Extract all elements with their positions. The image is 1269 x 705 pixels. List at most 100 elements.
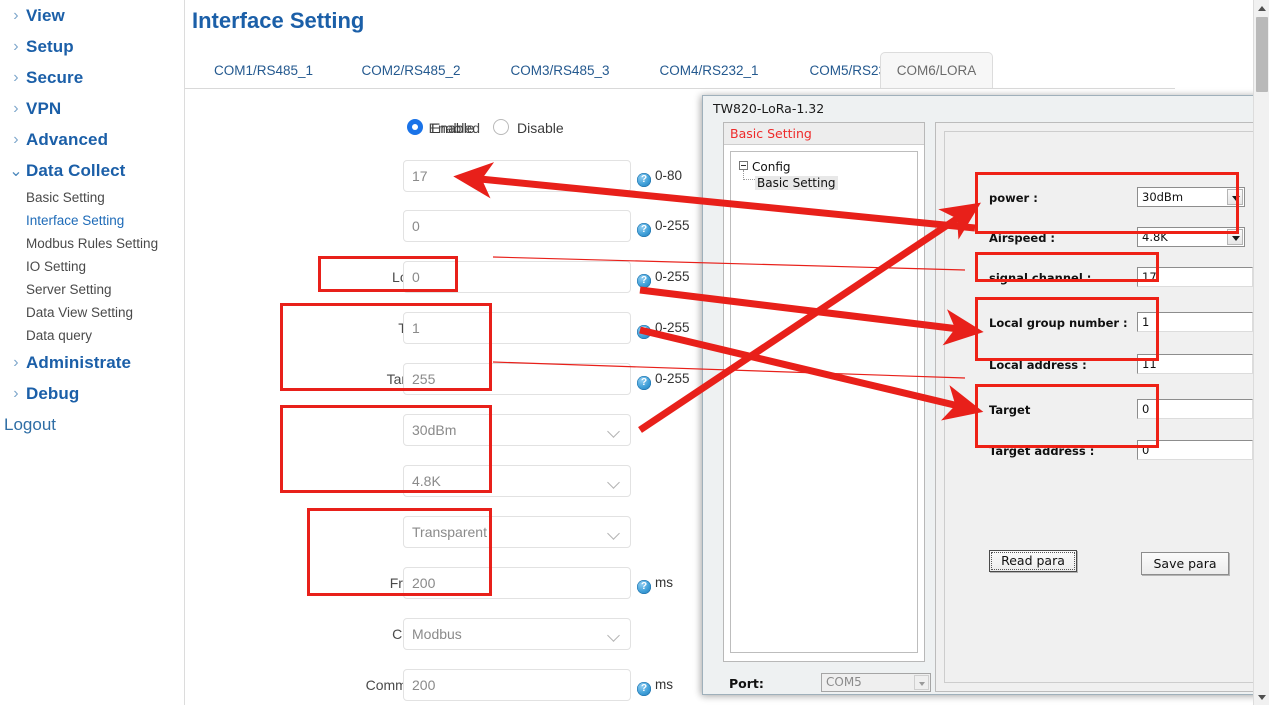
sidebar-item-secure[interactable]: › Secure xyxy=(0,62,185,93)
form-row-target-address: Target Address 255 ?0-255 xyxy=(185,363,705,395)
help-icon[interactable]: ? xyxy=(637,173,651,187)
config-tree[interactable]: Config Basic Setting xyxy=(730,151,918,653)
enabled-row: Enabled Enable Disable xyxy=(185,115,705,141)
screen: › View › Setup › Secure › VPN › Advanced… xyxy=(0,0,1269,705)
help-icon[interactable]: ? xyxy=(637,580,651,594)
port-select[interactable]: COM5 xyxy=(821,673,931,692)
target-group-input[interactable]: 1 xyxy=(403,312,631,344)
form-row-com-protocol: COM Protocol Modbus xyxy=(185,618,705,650)
sidebar-subitem-interface-setting[interactable]: Interface Setting xyxy=(0,209,185,232)
sidebar-item-label: Data Collect xyxy=(26,160,126,180)
scroll-up-icon[interactable] xyxy=(1254,0,1269,16)
sidebar-subitem-basic-setting[interactable]: Basic Setting xyxy=(0,186,185,209)
form-row-air-speed: Air Speed 4.8K xyxy=(185,465,705,497)
sidebar-item-administrate[interactable]: › Administrate xyxy=(0,347,185,378)
form-row-frame-interval: Frame Interval 200 ?ms xyxy=(185,567,705,599)
save-para-button[interactable]: Save para xyxy=(1141,552,1229,575)
help-icon[interactable]: ? xyxy=(637,325,651,339)
power-select[interactable]: 30dBm xyxy=(403,414,631,446)
tree-node-label: Config xyxy=(752,160,791,174)
airspeed-combo[interactable]: 4.8K xyxy=(1137,227,1245,247)
chevron-down-icon[interactable] xyxy=(914,675,929,690)
target-address-input[interactable]: 0 xyxy=(1137,440,1253,460)
sidebar-item-label: Advanced xyxy=(26,129,109,149)
port-label: Port: xyxy=(729,676,764,691)
radio-disable[interactable] xyxy=(493,119,509,135)
form-row-local-group: Local Group 0 ?0-255 xyxy=(185,210,705,242)
airspeed-value: 4.8K xyxy=(1142,230,1168,244)
sidebar-subitem-data-query[interactable]: Data query xyxy=(0,324,185,347)
local-address-input[interactable]: 11 xyxy=(1137,354,1253,374)
sidebar-item-label: Administrate xyxy=(26,352,132,372)
sidebar-item-label: Secure xyxy=(26,67,84,87)
target-input[interactable]: 0 xyxy=(1137,399,1253,419)
target-address-input[interactable]: 255 xyxy=(403,363,631,395)
field-row-target-address: Target address : 0 xyxy=(985,440,1255,462)
form-row-local-address: Local Address 0 ?0-255 xyxy=(185,261,705,293)
chevron-down-icon[interactable] xyxy=(1227,229,1243,245)
local-group-input[interactable]: 0 xyxy=(403,210,631,242)
page-title: Interface Setting xyxy=(192,8,365,33)
sidebar-item-label: Debug xyxy=(26,383,80,403)
tree-node-label: Basic Setting xyxy=(755,176,838,190)
field-hint: ? ms xyxy=(637,669,673,701)
radio-enable[interactable] xyxy=(407,119,423,135)
sidebar-item-view[interactable]: › View xyxy=(0,0,185,31)
air-speed-select[interactable]: 4.8K xyxy=(403,465,631,497)
port-value: COM5 xyxy=(826,675,862,689)
sidebar-item-setup[interactable]: › Setup xyxy=(0,31,185,62)
field-label: power : xyxy=(989,191,1038,205)
sidebar-subitem-data-view-setting[interactable]: Data View Setting xyxy=(0,301,185,324)
help-icon[interactable]: ? xyxy=(637,376,651,390)
tab-com2-rs485-2[interactable]: COM2/RS485_2 xyxy=(336,54,486,88)
tree-collapse-icon[interactable] xyxy=(739,161,748,170)
tab-com6-lora[interactable]: COM6/LORA xyxy=(880,52,993,88)
sidebar: › View › Setup › Secure › VPN › Advanced… xyxy=(0,0,185,705)
chevron-right-icon: › xyxy=(13,37,19,55)
chevron-right-icon: › xyxy=(13,353,19,371)
sidebar-item-data-collect[interactable]: ⌄ Data Collect xyxy=(0,155,185,186)
frame-interval-input[interactable]: 200 xyxy=(403,567,631,599)
tab-com1-rs485-1[interactable]: COM1/RS485_1 xyxy=(191,54,336,88)
com-protocol-select[interactable]: Modbus xyxy=(403,618,631,650)
signal-channel-input[interactable]: 17 xyxy=(1137,267,1253,287)
help-icon[interactable]: ? xyxy=(637,274,651,288)
tree-elbow-icon xyxy=(743,170,755,180)
sidebar-subitem-modbus-rules-setting[interactable]: Modbus Rules Setting xyxy=(0,232,185,255)
sidebar-subitem-io-setting[interactable]: IO Setting xyxy=(0,255,185,278)
sidebar-item-debug[interactable]: › Debug xyxy=(0,378,185,409)
logout-link[interactable]: Logout xyxy=(0,415,185,435)
sidebar-subitem-server-setting[interactable]: Server Setting xyxy=(0,278,185,301)
sidebar-item-advanced[interactable]: › Advanced xyxy=(0,124,185,155)
sidebar-item-vpn[interactable]: › VPN xyxy=(0,93,185,124)
field-row-power: power : 30dBm xyxy=(985,187,1247,209)
scroll-down-icon[interactable] xyxy=(1254,689,1269,705)
tab-com4-rs232-1[interactable]: COM4/RS232_1 xyxy=(634,54,784,88)
power-combo[interactable]: 30dBm xyxy=(1137,187,1245,207)
field-hint: ? 0-255 xyxy=(637,312,690,344)
command-interval-input[interactable]: 200 xyxy=(403,669,631,701)
form-row-command-interval: Command Interval 200 ?ms xyxy=(185,669,705,701)
tab-com3-rs485-3[interactable]: COM3/RS485_3 xyxy=(486,54,634,88)
dialog-right-panel: power : 30dBm Airspeed : 4.8K signal cha… xyxy=(935,122,1267,692)
power-value: 30dBm xyxy=(1142,190,1184,204)
scrollbar-thumb[interactable] xyxy=(1256,17,1268,92)
help-icon[interactable]: ? xyxy=(637,223,651,237)
sidebar-item-label: Setup xyxy=(26,36,74,56)
local-address-input[interactable]: 0 xyxy=(403,261,631,293)
work-mode-select[interactable]: Transparent xyxy=(403,516,631,548)
lora-config-window[interactable]: TW820-LoRa-1.32 Basic Setting Config Bas… xyxy=(702,95,1269,695)
help-icon[interactable]: ? xyxy=(637,682,651,696)
field-hint: ? 0-255 xyxy=(637,261,690,293)
read-para-button[interactable]: Read para xyxy=(989,550,1077,572)
page-scrollbar[interactable] xyxy=(1253,0,1269,705)
tree-node-basic-setting[interactable]: Basic Setting xyxy=(743,170,838,190)
form-row-channel: Channel 17 ?0-80 xyxy=(185,160,705,192)
local-group-number-input[interactable]: 1 xyxy=(1137,312,1253,332)
chevron-right-icon: › xyxy=(13,130,19,148)
field-label: Target xyxy=(989,403,1031,417)
channel-input[interactable]: 17 xyxy=(403,160,631,192)
form-row-power: Power 30dBm xyxy=(185,414,705,446)
chevron-right-icon: › xyxy=(13,68,19,86)
chevron-down-icon[interactable] xyxy=(1227,189,1243,205)
